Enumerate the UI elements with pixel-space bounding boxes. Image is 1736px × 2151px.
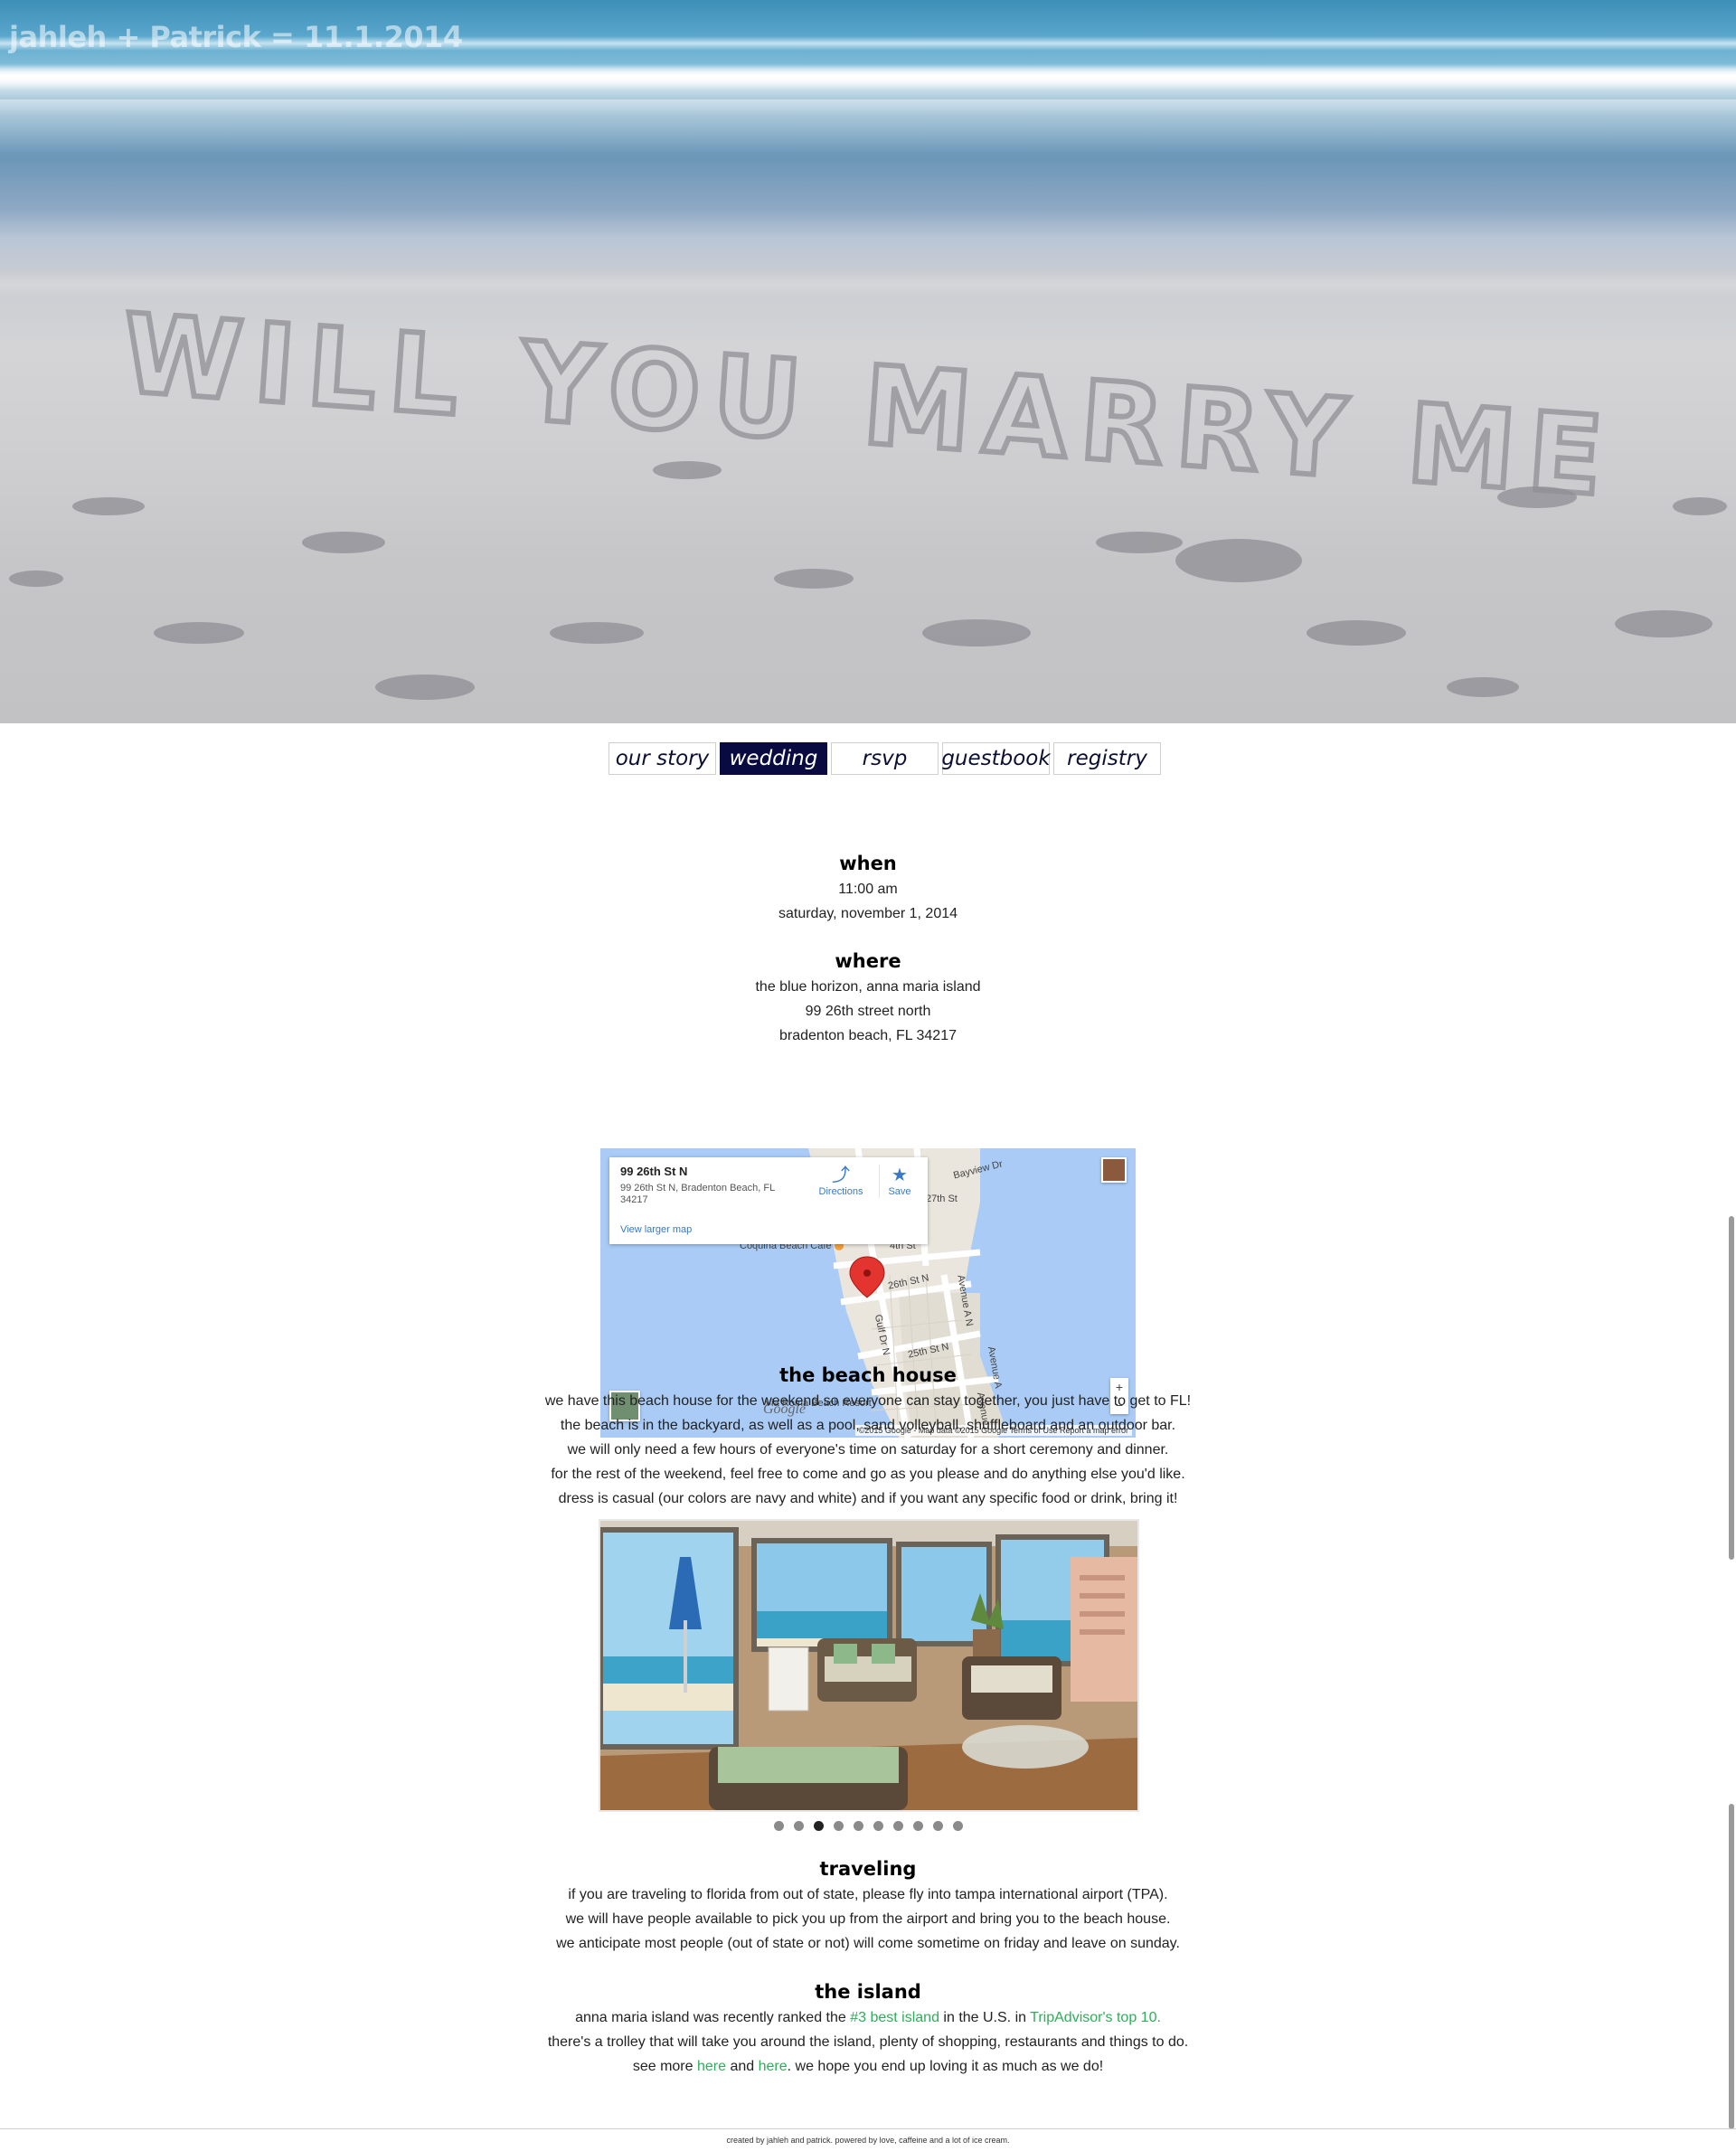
island-text: anna maria island was recently ranked th… (575, 2010, 851, 2025)
save-label: Save (888, 1186, 911, 1197)
slider-dot[interactable] (773, 1821, 784, 1831)
see-more-link-2[interactable]: here (759, 2059, 788, 2074)
sand-writing: WILL YOU MARRY ME (116, 289, 1622, 524)
slider-dot[interactable] (892, 1821, 903, 1831)
map-info-card: 99 26th St N 99 26th St N, Bradenton Bea… (609, 1157, 928, 1244)
section-traveling: traveling if you are traveling to florid… (506, 1855, 1230, 1956)
where-heading: where (835, 950, 901, 972)
beach-house-line: we will only need a few hours of everyon… (567, 1442, 1169, 1458)
see-more-link-1[interactable]: here (697, 2059, 726, 2074)
island-text: see more (632, 2059, 697, 2074)
slider-dot[interactable] (912, 1821, 923, 1831)
beach-house-photo-slider[interactable] (599, 1519, 1139, 1812)
hero-banner: WILL YOU MARRY ME jahleh + Patrick = 11.… (0, 0, 1736, 723)
beach-house-line: for the rest of the weekend, feel free t… (551, 1467, 1185, 1482)
island-line-2: there's a trolley that will take you aro… (547, 2034, 1189, 2050)
when-date: saturday, november 1, 2014 (778, 906, 958, 921)
beach-house-line: dress is casual (our colors are navy and… (558, 1491, 1178, 1506)
slider-dot[interactable] (793, 1821, 804, 1831)
island-text: . we hope you end up loving it as much a… (787, 2059, 1104, 2074)
when-heading: when (839, 853, 897, 874)
beach-house-photo (600, 1521, 1137, 1810)
traveling-line: we anticipate most people (out of state … (556, 1936, 1180, 1951)
site-title[interactable]: jahleh + Patrick = 11.1.2014 (9, 20, 463, 54)
slider-dot[interactable] (952, 1821, 963, 1831)
main-nav: our story wedding rsvp guestbook registr… (609, 742, 1164, 777)
map-place-name: 99 26th St N (620, 1165, 688, 1178)
section-when: when 11:00 am saturday, november 1, 2014 (506, 850, 1230, 926)
tab-registry[interactable]: registry (1053, 742, 1161, 775)
tab-rsvp[interactable]: rsvp (831, 742, 939, 775)
streetview-thumbnail[interactable] (1101, 1157, 1127, 1183)
island-heading: the island (815, 1981, 921, 2003)
directions-button[interactable]: ⤴ Directions (814, 1165, 868, 1198)
traveling-line: we will have people available to pick yo… (565, 1911, 1171, 1927)
traveling-line: if you are traveling to florida from out… (568, 1887, 1168, 1902)
section-where: where the blue horizon, anna maria islan… (506, 948, 1230, 1438)
island-line-1: anna maria island was recently ranked th… (506, 2005, 1230, 2030)
slider-dot[interactable] (833, 1821, 844, 1831)
where-city: bradenton beach, FL 34217 (778, 1028, 957, 1043)
island-text: in the U.S. in (939, 2010, 1031, 2025)
slider-dot-active[interactable] (813, 1821, 824, 1831)
beach-house-line: we have this beach house for the weekend… (544, 1393, 1192, 1409)
beach-house-line: the beach is in the backyard, as well as… (560, 1418, 1176, 1433)
directions-icon: ⤴ (832, 1165, 850, 1185)
beach-house-heading: the beach house (779, 1364, 957, 1386)
map-place-address: 99 26th St N, Bradenton Beach, FL 34217 (620, 1183, 775, 1205)
slider-dot[interactable] (932, 1821, 943, 1831)
section-beach-house: the beach house we have this beach house… (506, 1362, 1230, 1831)
directions-label: Directions (818, 1186, 863, 1197)
where-street: 99 26th street north (805, 1004, 931, 1019)
tab-guestbook[interactable]: guestbook (941, 742, 1051, 775)
when-time: 11:00 am (838, 882, 898, 897)
save-button[interactable]: ★ Save (879, 1165, 920, 1198)
traveling-heading: traveling (819, 1858, 917, 1880)
view-larger-map-link[interactable]: View larger map (620, 1224, 692, 1236)
slider-dot[interactable] (853, 1821, 863, 1831)
footer-text: created by jahleh and patrick. powered b… (726, 2136, 1010, 2145)
star-icon: ★ (892, 1165, 908, 1185)
section-island: the island anna maria island was recentl… (506, 1978, 1230, 2079)
tripadvisor-link[interactable]: TripAdvisor's top 10. (1030, 2010, 1161, 2025)
tab-wedding[interactable]: wedding (720, 742, 827, 775)
island-text: and (726, 2059, 759, 2074)
where-venue: the blue horizon, anna maria island (755, 979, 981, 995)
scrollbar-thumb[interactable] (1729, 1216, 1734, 1560)
map-label-27th: 27th St (926, 1193, 958, 1204)
sand-writing-text: WILL YOU MARRY ME (118, 292, 1619, 522)
tab-our-story[interactable]: our story (609, 742, 716, 775)
scrollbar-thumb-2[interactable] (1729, 1804, 1734, 2129)
slider-dot[interactable] (873, 1821, 883, 1831)
best-island-link[interactable]: #3 best island (850, 2010, 939, 2025)
island-line-3: see more here and here. we hope you end … (506, 2054, 1230, 2079)
footer-divider (0, 2128, 1736, 2129)
slider-dots (506, 1821, 1230, 1831)
